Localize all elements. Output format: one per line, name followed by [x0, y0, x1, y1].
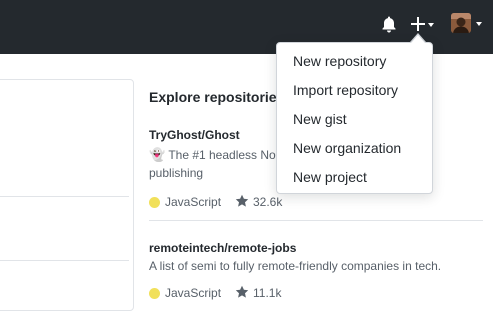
divider: [149, 220, 483, 221]
bell-icon[interactable]: [380, 15, 398, 33]
language-color-dot: [149, 197, 160, 208]
repo-stars[interactable]: 11.1k: [253, 286, 281, 300]
chevron-down-icon: [428, 23, 434, 27]
menu-item-import-repository[interactable]: Import repository: [278, 76, 432, 105]
repo-stars[interactable]: 32.6k: [253, 195, 282, 209]
repo-description: A list of semi to fully remote-friendly …: [149, 259, 442, 273]
language-color-dot: [149, 288, 160, 299]
menu-item-new-project[interactable]: New project: [278, 163, 432, 192]
menu-item-new-gist[interactable]: New gist: [278, 105, 432, 134]
menu-item-new-repository[interactable]: New repository: [278, 47, 432, 76]
ghost-emoji-icon: 👻: [149, 147, 166, 162]
menu-item-new-organization[interactable]: New organization: [278, 134, 432, 163]
divider: [0, 196, 129, 197]
star-icon[interactable]: [235, 285, 249, 299]
chevron-down-icon: [476, 22, 482, 26]
plus-icon: [411, 17, 425, 31]
create-new-button[interactable]: [409, 14, 437, 34]
repo-link[interactable]: remoteintech/remote-jobs: [149, 241, 296, 255]
create-new-dropdown: New repository Import repository New gis…: [276, 42, 433, 194]
star-icon[interactable]: [235, 194, 249, 208]
repo-description-line: publishing: [149, 166, 204, 180]
user-menu-button[interactable]: [451, 13, 485, 35]
repo-language: JavaScript: [165, 195, 222, 209]
divider: [0, 260, 129, 261]
user-avatar: [451, 13, 471, 33]
explore-heading: Explore repositories: [149, 89, 285, 105]
dropdown-caret: [411, 35, 425, 43]
repo-language: JavaScript: [165, 286, 222, 300]
repo-link[interactable]: TryGhost/Ghost: [149, 128, 240, 142]
left-card: [0, 79, 134, 311]
